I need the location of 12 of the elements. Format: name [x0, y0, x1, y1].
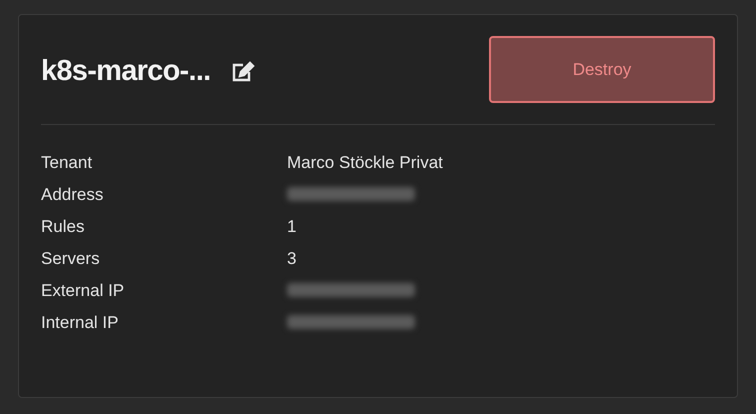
- detail-label: Address: [41, 184, 104, 206]
- detail-value: Marco Stöckle Privat: [287, 152, 443, 174]
- destroy-button[interactable]: Destroy: [489, 36, 715, 103]
- detail-value: 3: [287, 248, 296, 270]
- detail-label: Servers: [41, 248, 101, 270]
- resource-title: k8s-marco-...: [41, 54, 210, 89]
- detail-value: 1: [287, 216, 296, 238]
- edit-icon[interactable]: [230, 60, 254, 82]
- detail-label: Rules: [41, 216, 86, 238]
- detail-label: External IP: [41, 280, 126, 302]
- detail-label: Tenant: [41, 152, 94, 174]
- detail-label: Internal IP: [41, 312, 120, 334]
